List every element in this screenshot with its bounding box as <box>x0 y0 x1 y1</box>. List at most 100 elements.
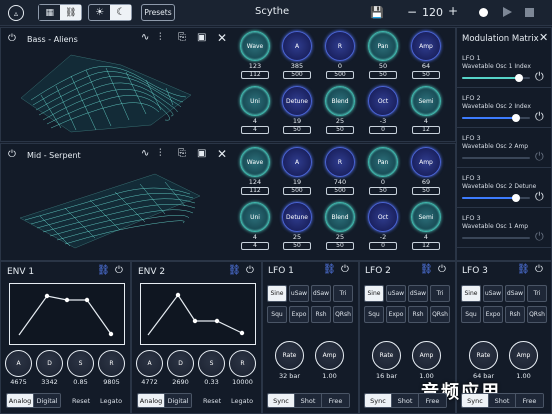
lfo-knob-amp[interactable]: Amp <box>315 341 344 370</box>
wavetable-3d-view[interactable] <box>11 50 221 138</box>
lfo-shape-dsaw[interactable]: dSaw <box>505 285 525 302</box>
lfo-shape-usaw[interactable]: uSaw <box>386 285 406 302</box>
lfo-shape-tri[interactable]: Tri <box>430 285 450 302</box>
power-icon[interactable]: ⏻ <box>535 231 544 242</box>
env-knob-d[interactable]: D <box>167 350 194 377</box>
light-mode-icon[interactable]: ☀ <box>89 5 110 20</box>
lfo-shape-dsaw[interactable]: dSaw <box>408 285 428 302</box>
analog-button[interactable]: Analog <box>7 394 34 407</box>
copy-icon[interactable]: ⎘ <box>178 33 186 43</box>
modulation-slider-thumb[interactable] <box>512 194 521 202</box>
reset-button[interactable]: Reset <box>72 397 90 405</box>
knob-value-box[interactable]: 4 <box>241 126 269 134</box>
app-logo-icon[interactable]: ▵ <box>8 5 24 21</box>
env-knob-r[interactable]: R <box>98 350 125 377</box>
env-knob-s[interactable]: S <box>67 350 94 377</box>
stop-icon[interactable] <box>525 8 534 17</box>
lfo-shape-expo[interactable]: Expo <box>289 306 309 323</box>
power-icon[interactable]: ⏻ <box>535 71 544 82</box>
lfo-shape-sine[interactable]: Sine <box>267 285 287 302</box>
env-knob-a[interactable]: A <box>5 350 32 377</box>
knob-blend[interactable]: Blend <box>325 86 355 116</box>
envelope-graph[interactable] <box>9 283 125 345</box>
lfo-shape-qrsh[interactable]: QRsh <box>333 306 353 323</box>
free-button[interactable]: Free <box>516 394 543 407</box>
presets-button[interactable]: Presets <box>141 4 175 21</box>
knob-pan[interactable]: Pan <box>368 31 398 61</box>
lfo-shape-rsh[interactable]: Rsh <box>311 306 331 323</box>
power-icon[interactable]: ⏻ <box>8 150 16 160</box>
modulation-slider-thumb[interactable] <box>512 114 521 122</box>
wavetable-3d-view[interactable] <box>15 166 225 256</box>
lfo-knob-rate[interactable]: Rate <box>469 341 498 370</box>
knob-value-box[interactable]: 500 <box>326 71 354 79</box>
knob-oct[interactable]: Oct <box>368 202 398 232</box>
legato-button[interactable]: Legato <box>231 397 253 405</box>
power-icon[interactable]: ⏻ <box>535 191 544 202</box>
modulation-slider-thumb[interactable] <box>515 74 524 82</box>
shot-button[interactable]: Shot <box>489 394 516 407</box>
lfo-shape-dsaw[interactable]: dSaw <box>311 285 331 302</box>
knob-wave[interactable]: Wave <box>240 147 270 177</box>
knob-value-box[interactable]: 500 <box>283 187 311 195</box>
env-knob-s[interactable]: S <box>198 350 225 377</box>
sync-button[interactable]: Sync <box>462 394 489 407</box>
power-icon[interactable]: ⏻ <box>8 34 16 44</box>
knob-value-box[interactable]: 112 <box>241 187 269 195</box>
lfo-shape-qrsh[interactable]: QRsh <box>430 306 450 323</box>
lfo-shape-expo[interactable]: Expo <box>386 306 406 323</box>
link-icon[interactable]: ⛓ <box>228 266 241 276</box>
spectrum-icon[interactable]: ⫶ <box>159 33 162 43</box>
save-icon[interactable]: 💾 <box>370 7 384 18</box>
lfo-shape-usaw[interactable]: uSaw <box>289 285 309 302</box>
digital-button[interactable]: Digital <box>165 394 191 407</box>
lfo-knob-rate[interactable]: Rate <box>372 341 401 370</box>
power-icon[interactable]: ⏻ <box>438 265 446 275</box>
digital-button[interactable]: Digital <box>34 394 60 407</box>
modulation-item[interactable]: LFO 2 Wavetable Osc 2 Index ⏻ <box>457 88 552 128</box>
lfo-shape-expo[interactable]: Expo <box>483 306 503 323</box>
knob-a[interactable]: A <box>282 31 312 61</box>
knob-value-box[interactable]: 4 <box>241 242 269 250</box>
link-icon[interactable]: ⛓ <box>97 266 110 276</box>
lfo-knob-amp[interactable]: Amp <box>412 341 441 370</box>
close-icon[interactable]: ✕ <box>217 148 227 160</box>
free-button[interactable]: Free <box>419 394 446 407</box>
lfo-shape-sine[interactable]: Sine <box>461 285 481 302</box>
link-icon[interactable]: ⛓ <box>517 265 530 275</box>
lfo-shape-squ[interactable]: Squ <box>267 306 287 323</box>
lfo-shape-tri[interactable]: Tri <box>333 285 353 302</box>
lfo-shape-tri[interactable]: Tri <box>527 285 547 302</box>
knob-value-box[interactable]: 50 <box>412 71 440 79</box>
legato-button[interactable]: Legato <box>100 397 122 405</box>
knob-semi[interactable]: Semi <box>411 86 441 116</box>
knob-r[interactable]: R <box>325 31 355 61</box>
knob-value-box[interactable]: 12 <box>412 242 440 250</box>
lfo-shape-squ[interactable]: Squ <box>461 306 481 323</box>
modulation-item[interactable]: LFO 3 Wavetable Osc 2 Amp ⏻ <box>457 128 552 168</box>
shot-button[interactable]: Shot <box>392 394 419 407</box>
close-icon[interactable]: ✕ <box>217 32 227 44</box>
knob-amp[interactable]: Amp <box>411 147 441 177</box>
knob-value-box[interactable]: 500 <box>283 71 311 79</box>
knob-value-box[interactable]: 50 <box>412 187 440 195</box>
waveform-edit-icon[interactable]: ∿ <box>141 33 149 43</box>
knob-value-box[interactable]: 50 <box>283 126 311 134</box>
modulation-slider-track[interactable] <box>462 237 530 239</box>
knob-r[interactable]: R <box>325 147 355 177</box>
reset-button[interactable]: Reset <box>203 397 221 405</box>
lfo-shape-qrsh[interactable]: QRsh <box>527 306 547 323</box>
knob-oct[interactable]: Oct <box>368 86 398 116</box>
env-knob-d[interactable]: D <box>36 350 63 377</box>
shot-button[interactable]: Shot <box>295 394 322 407</box>
link-icon[interactable]: ⛓ <box>323 265 336 275</box>
modulation-item[interactable]: LFO 1 Wavetable Osc 1 Index ⏻ <box>457 48 552 88</box>
power-icon[interactable]: ⏻ <box>535 111 544 122</box>
power-icon[interactable]: ⏻ <box>115 266 123 276</box>
power-icon[interactable]: ⏻ <box>246 266 254 276</box>
lfo-shape-squ[interactable]: Squ <box>364 306 384 323</box>
modulation-item[interactable]: LFO 3 Wavetable Osc 2 Detune ⏻ <box>457 168 552 208</box>
knob-value-box[interactable]: 112 <box>241 71 269 79</box>
knob-wave[interactable]: Wave <box>240 31 270 61</box>
lfo-knob-rate[interactable]: Rate <box>275 341 304 370</box>
